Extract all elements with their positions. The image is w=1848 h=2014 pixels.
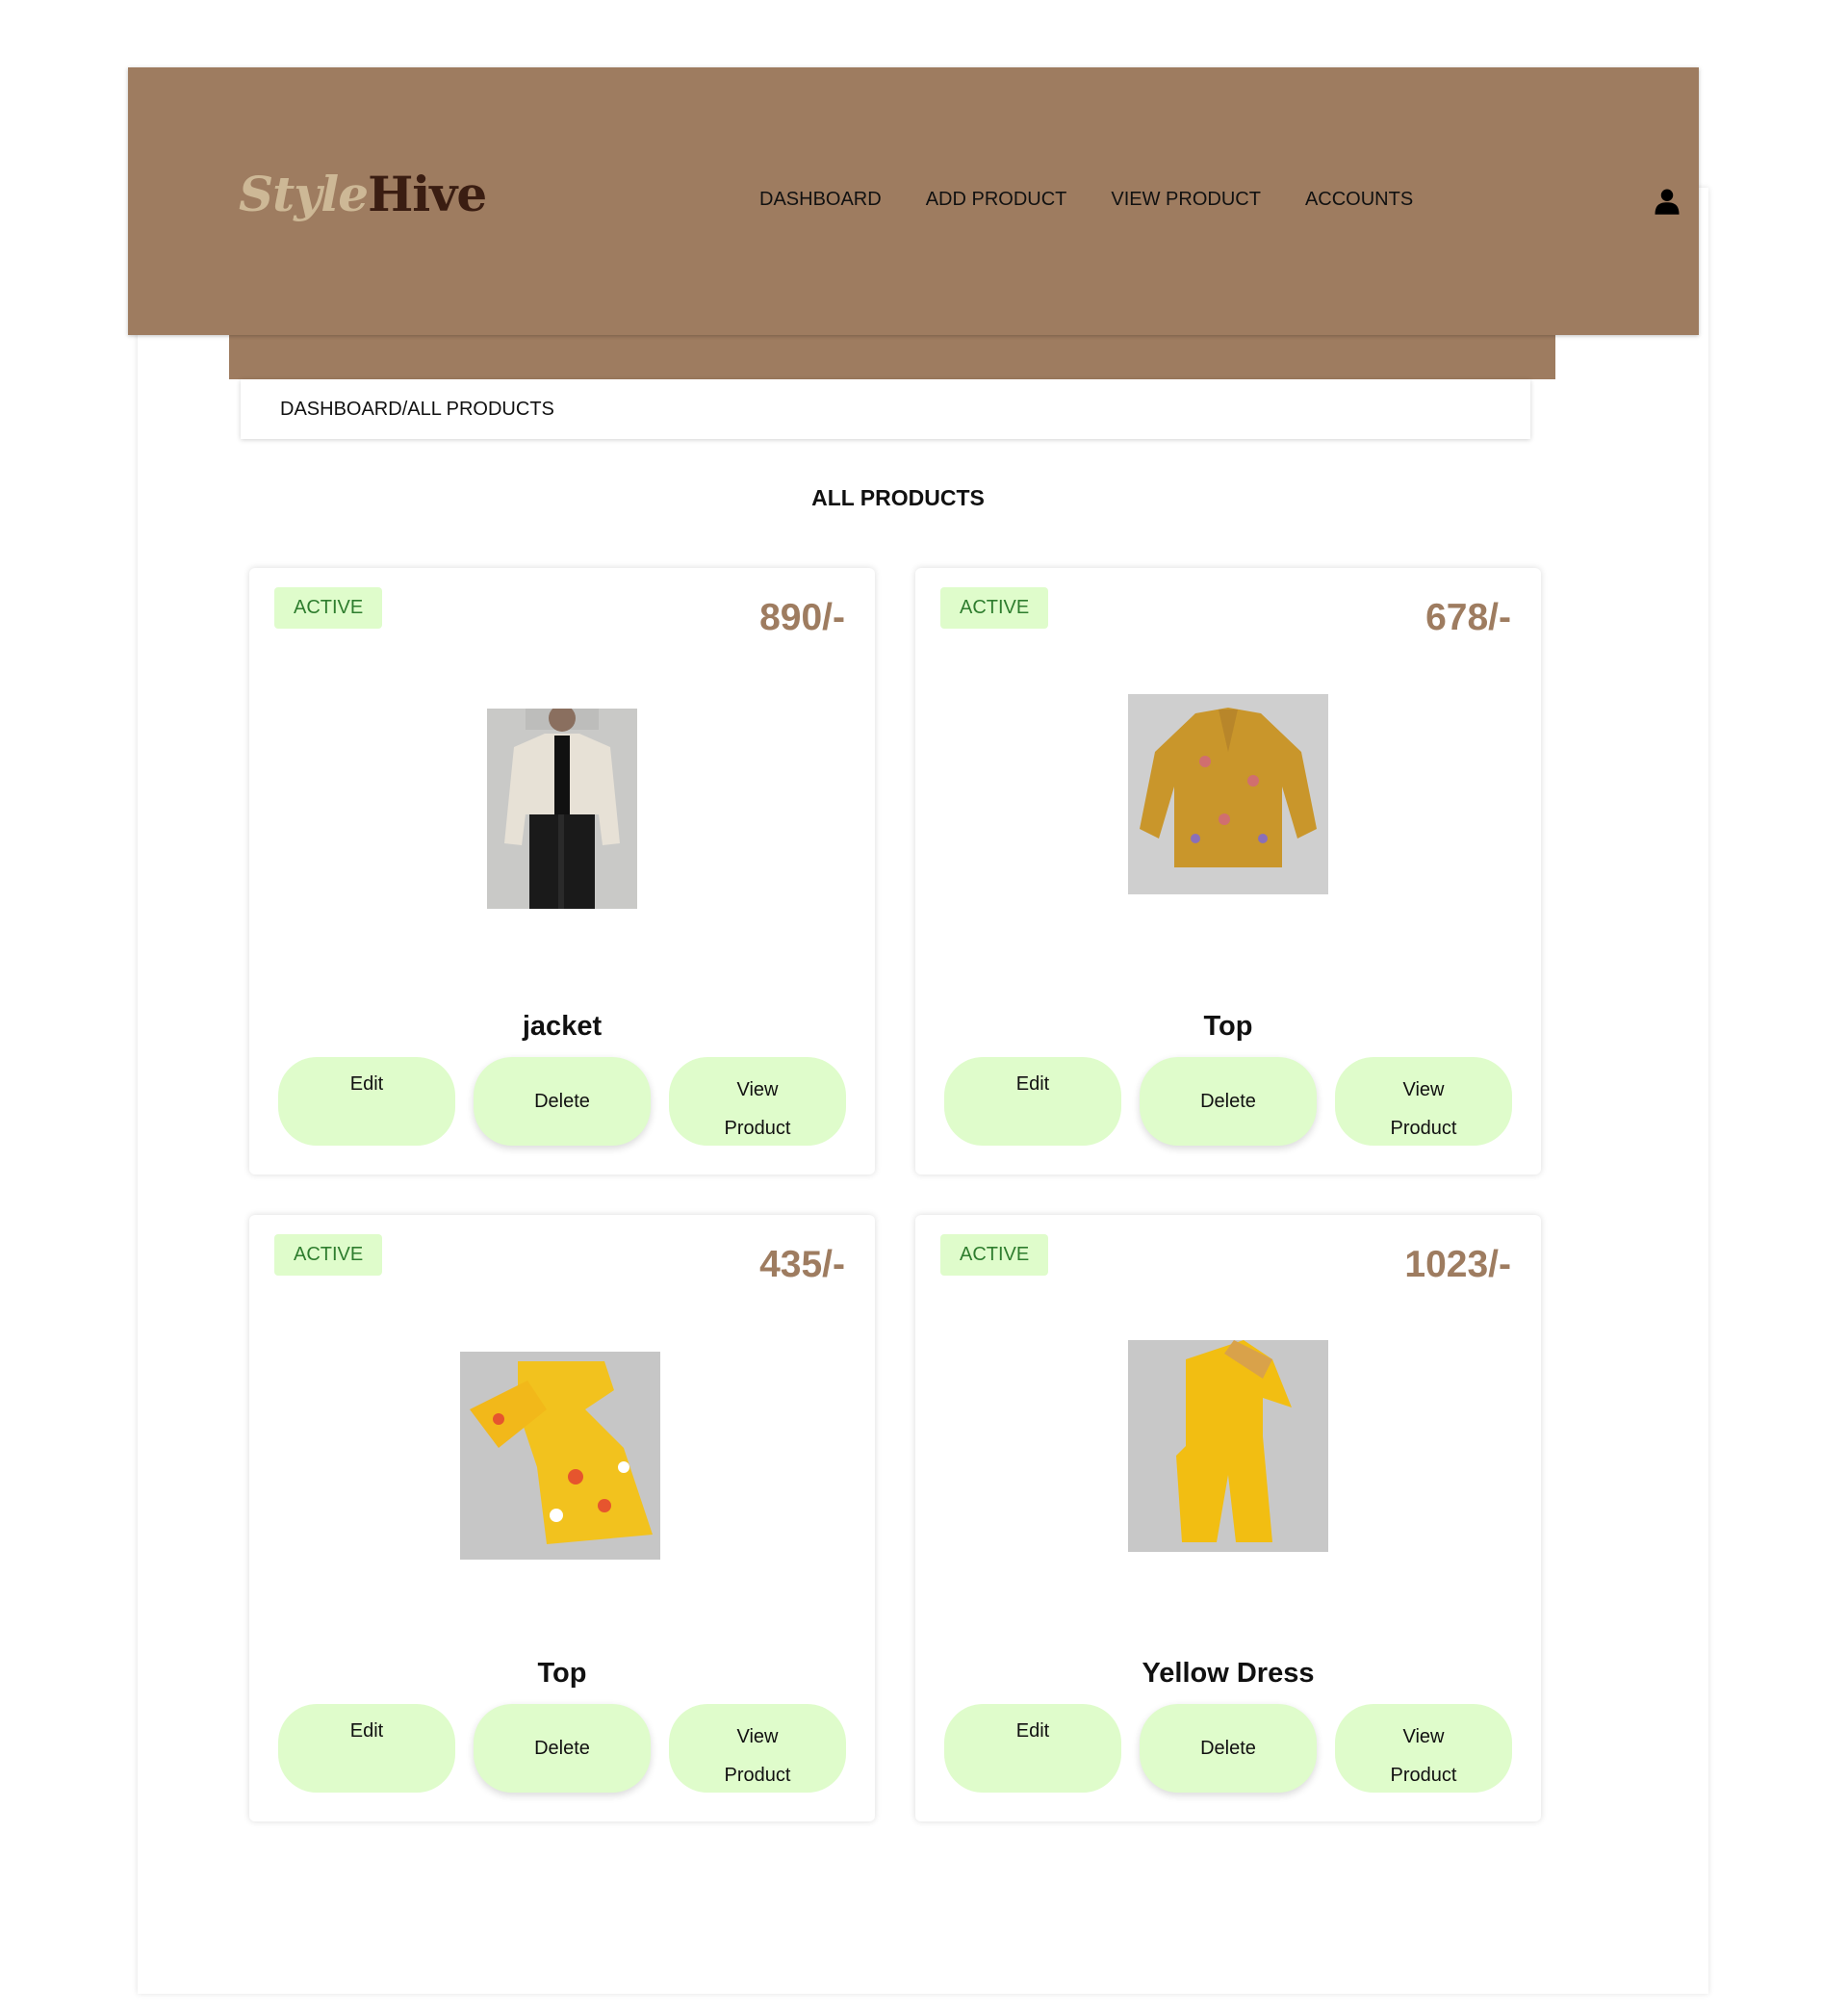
view-product-button[interactable]: View Product [1335,1704,1512,1793]
product-price: 435/- [759,1244,845,1285]
user-icon[interactable] [1653,187,1681,216]
view-product-label-line2: Product [1390,1765,1457,1786]
page: StyleHive DASHBOARD ADD PRODUCT VIEW PRO… [0,0,1848,2014]
product-card: ACTIVE 678/- Top Edit Delete View Produc… [915,568,1541,1175]
delete-button[interactable]: Delete [1140,1704,1317,1793]
subheader-band [229,331,1555,379]
product-actions: Edit Delete View Product [278,1057,846,1146]
logo-style-text: Style [239,166,369,222]
edit-button[interactable]: Edit [944,1057,1121,1146]
edit-button[interactable]: Edit [278,1057,455,1146]
nav-accounts[interactable]: ACCOUNTS [1305,189,1413,211]
view-product-label-line1: View [736,1079,779,1100]
status-badge: ACTIVE [940,1234,1049,1276]
product-price: 1023/- [1404,1244,1511,1285]
delete-button[interactable]: Delete [1140,1057,1317,1146]
view-product-button[interactable]: View Product [1335,1057,1512,1146]
product-actions: Edit Delete View Product [944,1057,1512,1146]
yellow-frock-photo[interactable] [460,1352,660,1560]
product-name: Top [537,1658,587,1689]
view-product-button[interactable]: View Product [669,1057,846,1146]
product-image-container [249,1330,875,1581]
delete-button[interactable]: Delete [474,1704,651,1793]
view-product-label-line1: View [1402,1726,1445,1747]
nav-dashboard[interactable]: DASHBOARD [759,189,882,211]
view-product-label-line1: View [736,1726,779,1747]
status-badge: ACTIVE [940,587,1049,629]
breadcrumb-bar: DASHBOARD/ALL PRODUCTS [241,379,1530,439]
edit-button[interactable]: Edit [944,1704,1121,1793]
product-card: ACTIVE 435/- Top Edit Delete View Produc… [249,1215,875,1821]
product-actions: Edit Delete View Product [944,1704,1512,1793]
product-name: Yellow Dress [1142,1658,1315,1689]
jacket-photo[interactable] [487,709,637,909]
nav-add-product[interactable]: ADD PRODUCT [926,189,1067,211]
status-badge: ACTIVE [274,587,383,629]
view-product-label-line1: View [1402,1079,1445,1100]
product-image-container [249,684,875,934]
status-badge: ACTIVE [274,1234,383,1276]
product-card: ACTIVE 1023/- Yellow Dress Edit Delete V… [915,1215,1541,1821]
product-price: 890/- [759,597,845,638]
yellow-dress-photo[interactable] [1128,1340,1328,1552]
product-image-container [915,684,1541,934]
product-image-container [915,1330,1541,1581]
page-title: ALL PRODUCTS [811,485,985,510]
view-product-label-line2: Product [1390,1118,1457,1139]
delete-button[interactable]: Delete [474,1057,651,1146]
product-name: Top [1203,1011,1253,1042]
product-card: ACTIVE 890/- jacket Edit Delete View Pro… [249,568,875,1175]
product-price: 678/- [1425,597,1511,638]
stylehive-logo[interactable]: StyleHive [239,166,487,222]
logo-hive-text: Hive [368,166,487,222]
product-actions: Edit Delete View Product [278,1704,846,1793]
top-header: StyleHive DASHBOARD ADD PRODUCT VIEW PRO… [128,67,1699,335]
edit-button[interactable]: Edit [278,1704,455,1793]
product-name: jacket [522,1011,603,1042]
main-nav: DASHBOARD ADD PRODUCT VIEW PRODUCT ACCOU… [759,189,1413,211]
breadcrumb: DASHBOARD/ALL PRODUCTS [280,399,554,420]
view-product-label-line2: Product [724,1765,791,1786]
view-product-label-line2: Product [724,1118,791,1139]
floral-top-photo[interactable] [1128,694,1328,894]
view-product-button[interactable]: View Product [669,1704,846,1793]
nav-view-product[interactable]: VIEW PRODUCT [1111,189,1261,211]
